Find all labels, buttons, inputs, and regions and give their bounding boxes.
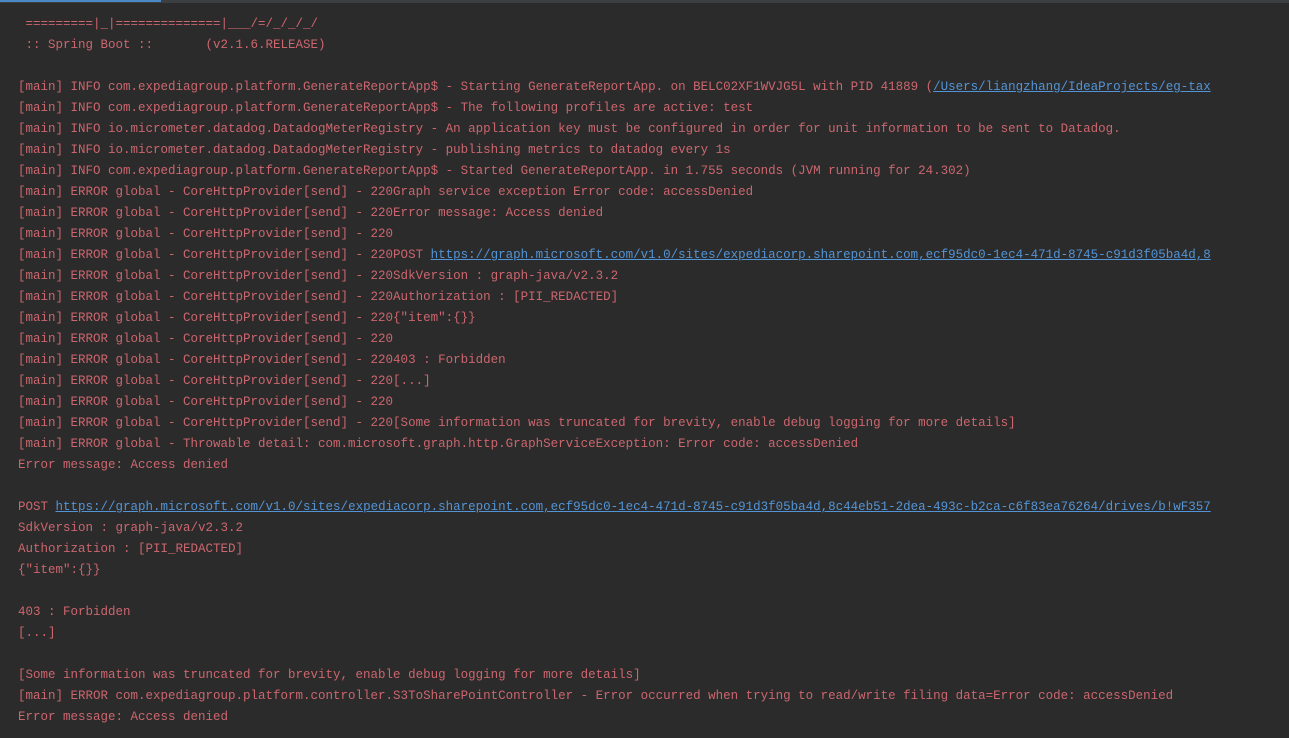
log-line: [main] ERROR global - CoreHttpProvider[s…: [18, 182, 1271, 203]
log-text: [main] INFO com.expediagroup.platform.Ge…: [18, 80, 933, 94]
log-line: [main] ERROR global - CoreHttpProvider[s…: [18, 371, 1271, 392]
log-link[interactable]: https://graph.microsoft.com/v1.0/sites/e…: [56, 500, 1211, 514]
top-border: [0, 0, 1289, 3]
log-line: [main] INFO com.expediagroup.platform.Ge…: [18, 77, 1271, 98]
log-line: [main] ERROR global - CoreHttpProvider[s…: [18, 413, 1271, 434]
ascii-art-line: =========|_|==============|___/=/_/_/_/: [18, 14, 1271, 35]
log-line: Error message: Access denied: [18, 455, 1271, 476]
progress-indicator: [0, 0, 161, 2]
log-text: POST: [18, 500, 56, 514]
log-line: [main] ERROR global - Throwable detail: …: [18, 434, 1271, 455]
log-line: [main] ERROR global - CoreHttpProvider[s…: [18, 329, 1271, 350]
console-output: =========|_|==============|___/=/_/_/_/ …: [18, 14, 1271, 728]
log-line: [main] ERROR global - CoreHttpProvider[s…: [18, 308, 1271, 329]
log-line: [main] INFO io.micrometer.datadog.Datado…: [18, 119, 1271, 140]
log-line: [18, 581, 1271, 602]
log-line: [main] ERROR global - CoreHttpProvider[s…: [18, 266, 1271, 287]
log-line: 403 : Forbidden: [18, 602, 1271, 623]
blank-line: [18, 56, 1271, 77]
log-line: [Some information was truncated for brev…: [18, 665, 1271, 686]
log-text: [main] ERROR global - CoreHttpProvider[s…: [18, 248, 431, 262]
log-line: [main] ERROR global - CoreHttpProvider[s…: [18, 203, 1271, 224]
log-line: [...]: [18, 623, 1271, 644]
log-link[interactable]: https://graph.microsoft.com/v1.0/sites/e…: [431, 248, 1211, 262]
log-line: SdkVersion : graph-java/v2.3.2: [18, 518, 1271, 539]
log-line: [18, 644, 1271, 665]
log-line: [main] INFO com.expediagroup.platform.Ge…: [18, 98, 1271, 119]
log-line: [main] INFO com.expediagroup.platform.Ge…: [18, 161, 1271, 182]
log-line: Authorization : [PII_REDACTED]: [18, 539, 1271, 560]
log-line: [main] ERROR global - CoreHttpProvider[s…: [18, 350, 1271, 371]
log-link[interactable]: /Users/liangzhang/IdeaProjects/eg-tax: [933, 80, 1211, 94]
log-line: [main] ERROR global - CoreHttpProvider[s…: [18, 245, 1271, 266]
log-line: [18, 476, 1271, 497]
log-line: {"item":{}}: [18, 560, 1271, 581]
spring-boot-banner: :: Spring Boot :: (v2.1.6.RELEASE): [18, 35, 1271, 56]
log-line: [main] INFO io.micrometer.datadog.Datado…: [18, 140, 1271, 161]
log-line: Error message: Access denied: [18, 707, 1271, 728]
log-line: [main] ERROR global - CoreHttpProvider[s…: [18, 287, 1271, 308]
log-line: [main] ERROR com.expediagroup.platform.c…: [18, 686, 1271, 707]
log-line: [main] ERROR global - CoreHttpProvider[s…: [18, 224, 1271, 245]
log-line: [main] ERROR global - CoreHttpProvider[s…: [18, 392, 1271, 413]
log-line: POST https://graph.microsoft.com/v1.0/si…: [18, 497, 1271, 518]
